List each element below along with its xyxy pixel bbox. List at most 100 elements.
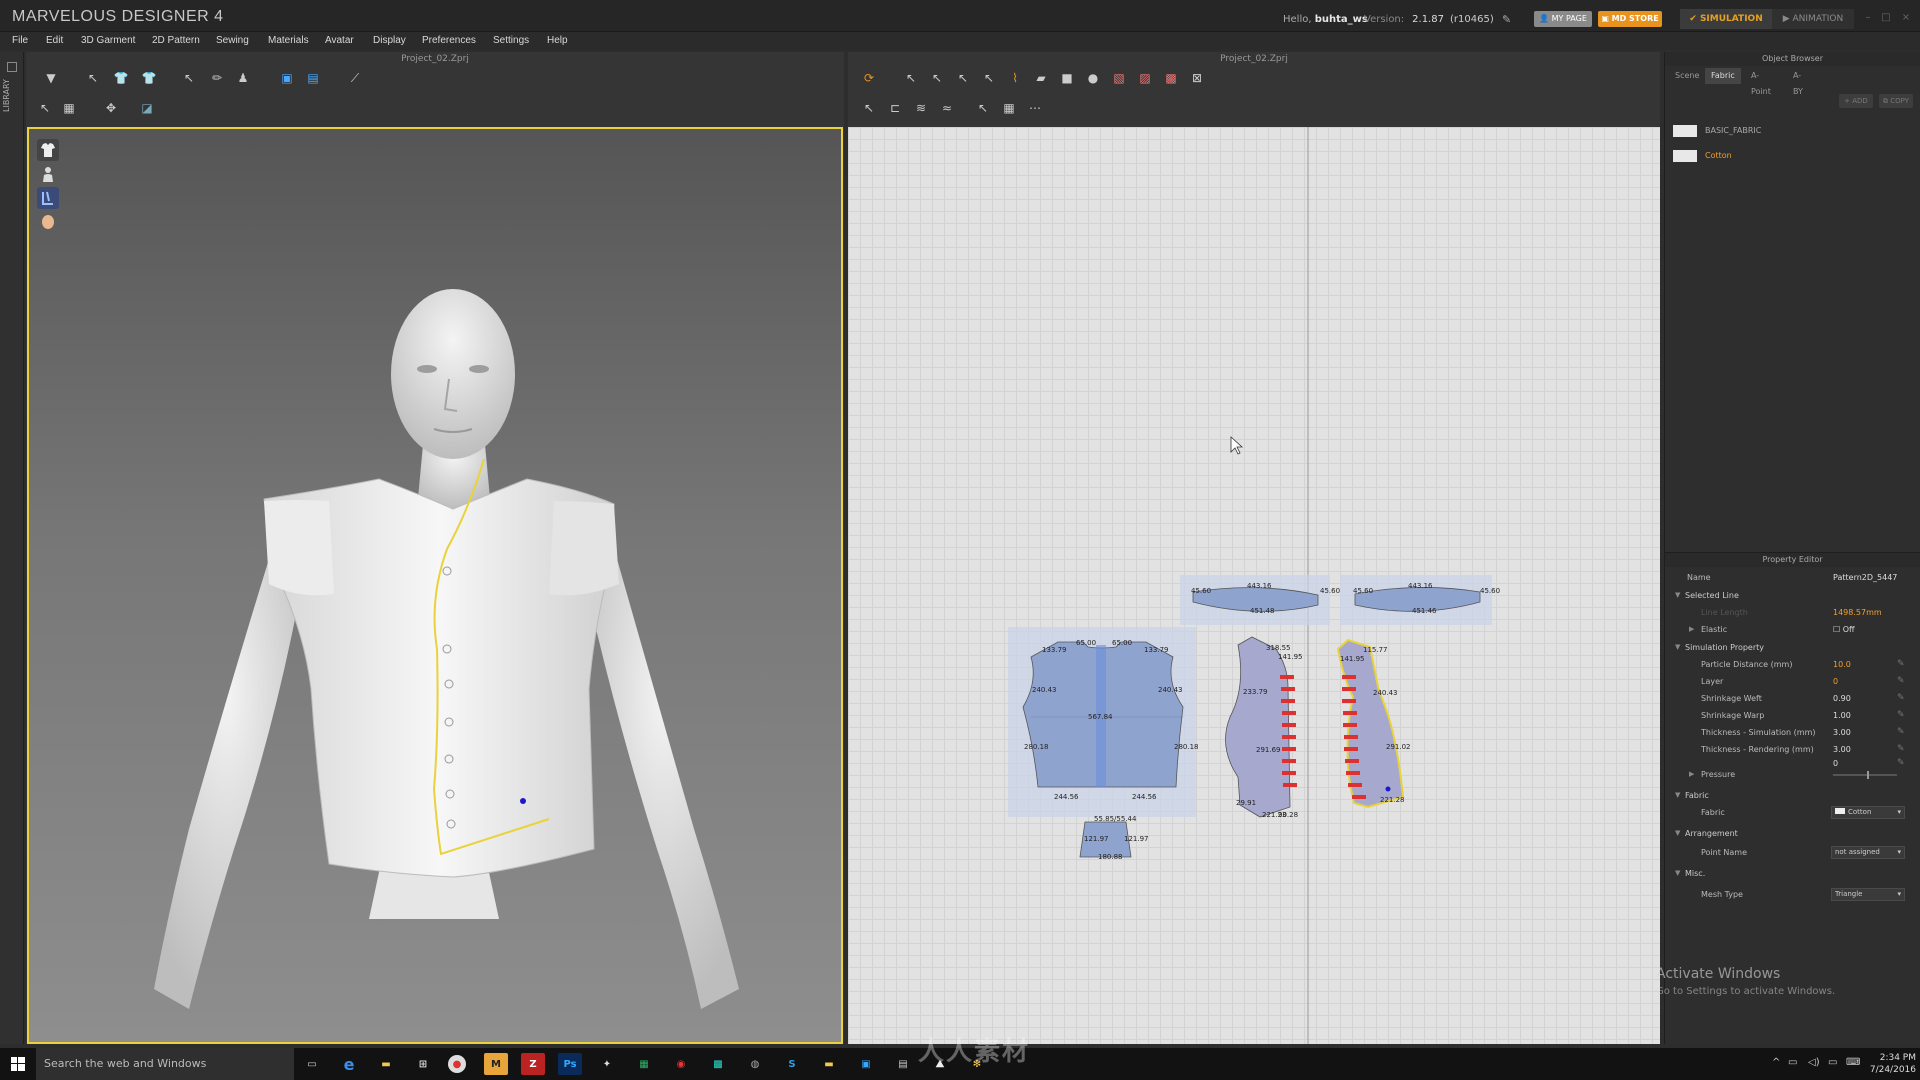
transform-icon[interactable]: ✥ (100, 98, 122, 118)
mesh-grid-icon[interactable]: ▦ (58, 98, 80, 118)
simulation-mode-button[interactable]: ✔ SIMULATION (1680, 9, 1772, 29)
task-view-icon[interactable]: ▭ (300, 1053, 324, 1075)
menu-2d-pattern[interactable]: 2D Pattern (152, 35, 200, 46)
internal-rect-icon[interactable]: ▨ (1134, 68, 1156, 88)
library-strip[interactable]: LIBRARY (0, 52, 24, 1044)
shrinkage-weft-field[interactable]: 0.90 (1833, 694, 1851, 703)
pattern-canvas[interactable]: 45.60 443.16 45.60 451.48 45.60 443.16 4… (848, 127, 1660, 1044)
tab-pattern-piece[interactable]: 55.85/55.44 121.97 121.97 180.88 (1079, 815, 1149, 861)
edit-texture-icon[interactable]: ↖ (972, 98, 994, 118)
ruler-icon[interactable]: ⟋ (344, 68, 366, 88)
tab-a-by[interactable]: A-BY (1787, 68, 1809, 96)
skype-icon[interactable]: S (780, 1053, 804, 1075)
copy-fabric-button[interactable]: ⧉ COPY (1879, 94, 1913, 108)
tray-chevron-icon[interactable]: ^ (1772, 1057, 1780, 1068)
library-toggle-icon[interactable] (7, 62, 17, 72)
fold-arrow-icon[interactable]: ▼ (40, 68, 62, 88)
free-sewing-icon[interactable]: ≋ (910, 98, 932, 118)
animation-mode-button[interactable]: ▶ ANIMATION (1772, 9, 1854, 29)
edit-point-icon[interactable]: ↖ (926, 68, 948, 88)
rectangle-icon[interactable]: ■ (1056, 68, 1078, 88)
fold-arrangement-icon[interactable]: ▣ (276, 68, 298, 88)
edit-pen-icon[interactable]: ✎ (1502, 13, 1516, 26)
mesh-type-select[interactable]: Triangle ▾ (1831, 888, 1905, 901)
particle-distance-field[interactable]: 10.0 (1833, 660, 1851, 669)
my-page-button[interactable]: 👤 MY PAGE (1534, 11, 1592, 27)
filezilla-icon[interactable]: Z (521, 1053, 545, 1075)
add-fabric-button[interactable]: + ADD (1839, 94, 1873, 108)
tab-scene[interactable]: Scene (1669, 68, 1705, 84)
tray-network-icon[interactable]: ▭ (1788, 1057, 1797, 1068)
collar-piece-b[interactable]: 45.60 443.16 45.60 451.46 (1340, 575, 1500, 625)
pressure-slider-handle[interactable] (1867, 771, 1869, 779)
circle-icon[interactable]: ● (1082, 68, 1104, 88)
elastic-checkbox[interactable]: ☐ Off (1833, 625, 1855, 634)
section-misc[interactable]: ▼ Misc. (1665, 866, 1920, 882)
select-move-icon[interactable]: ↖ (82, 68, 104, 88)
recorder-icon[interactable]: ◉ (669, 1053, 693, 1075)
transform-pattern-icon[interactable]: ↖ (900, 68, 922, 88)
edit-pen-icon[interactable]: ✎ (1897, 676, 1905, 686)
taskbar-clock[interactable]: 2:34 PM 7/24/2016 (1868, 1052, 1916, 1076)
photoshop-icon[interactable]: Ps (558, 1053, 582, 1075)
3d-viewport[interactable] (27, 127, 843, 1044)
thickness-render-field[interactable]: 3.00 (1833, 745, 1851, 754)
chrome-icon[interactable]: ● (448, 1055, 466, 1073)
section-arrangement[interactable]: ▼ Arrangement (1665, 826, 1920, 842)
menu-sewing[interactable]: Sewing (216, 35, 249, 46)
tray-volume-icon[interactable]: ◁) (1808, 1057, 1820, 1068)
section-fabric[interactable]: ▼ Fabric (1665, 788, 1920, 804)
texture-icon[interactable]: ◪ (136, 98, 158, 118)
pin-select-icon[interactable]: ↖ (178, 68, 200, 88)
edit-pen-icon[interactable]: ✎ (1897, 727, 1905, 737)
edge-browser-icon[interactable]: e (337, 1053, 361, 1075)
minimize-icon[interactable]: – (1862, 12, 1874, 24)
file-explorer-icon[interactable]: ▬ (374, 1053, 398, 1075)
refresh-icon[interactable]: ⟳ (858, 68, 880, 88)
add-point-icon[interactable]: ↖ (978, 68, 1000, 88)
layer-field[interactable]: 0 (1833, 677, 1838, 686)
maximize-icon[interactable]: □ (1880, 12, 1892, 24)
avatar-model[interactable] (29, 129, 843, 1044)
md-store-button[interactable]: ▣ MD STORE (1598, 11, 1662, 27)
back-pattern-piece[interactable]: 133.79 65.00 65.00 133.79 240.43 240.43 … (1008, 627, 1199, 817)
menu-display[interactable]: Display (373, 35, 406, 46)
unfold-icon[interactable]: ▤ (302, 68, 324, 88)
tack-icon[interactable]: ≈ (936, 98, 958, 118)
menu-settings[interactable]: Settings (493, 35, 529, 46)
pin-tool-icon[interactable]: ✏ (206, 68, 228, 88)
menu-help[interactable]: Help (547, 35, 568, 46)
photo-app-icon[interactable]: ✦ (595, 1053, 619, 1075)
username[interactable]: buhta_ws (1315, 14, 1368, 25)
media-icon[interactable]: ◍ (743, 1053, 767, 1075)
dart-icon[interactable]: ⊠ (1186, 68, 1208, 88)
fabric-item[interactable]: BASIC_FABRIC (1673, 122, 1913, 140)
select-mesh-icon[interactable]: ↖ (34, 98, 56, 118)
shrinkage-warp-field[interactable]: 1.00 (1833, 711, 1851, 720)
close-icon[interactable]: × (1900, 12, 1912, 24)
fabric-select[interactable]: Cotton ▾ (1831, 806, 1905, 819)
edit-pen-icon[interactable]: ✎ (1897, 710, 1905, 720)
edit-pen-icon[interactable]: ✎ (1897, 659, 1905, 669)
tab-fabric[interactable]: Fabric (1705, 68, 1741, 84)
curve-point-icon[interactable]: ⌇ (1004, 68, 1026, 88)
2d-pattern-viewport[interactable]: 45.60 443.16 45.60 451.48 45.60 443.16 4… (848, 127, 1660, 1044)
menu-edit[interactable]: Edit (46, 35, 63, 46)
polygon-icon[interactable]: ▰ (1030, 68, 1052, 88)
section-selected-line[interactable]: ▼ Selected Line (1665, 588, 1920, 604)
thickness-sim-field[interactable]: 3.00 (1833, 728, 1851, 737)
edit-pen-icon[interactable]: ✎ (1897, 744, 1905, 754)
pattern-name-field[interactable]: Pattern2D_5447 (1833, 573, 1897, 582)
avatar-pose-icon[interactable]: ♟ (232, 68, 254, 88)
section-simulation-property[interactable]: ▼ Simulation Property (1665, 640, 1920, 656)
fabric-item-selected[interactable]: Cotton (1673, 147, 1913, 165)
texture-more-icon[interactable]: ⋯ (1024, 98, 1046, 118)
folder-icon[interactable]: ▬ (817, 1053, 841, 1075)
menu-preferences[interactable]: Preferences (422, 35, 476, 46)
garment-select-icon[interactable]: 👕 (110, 68, 132, 88)
menu-3d-garment[interactable]: 3D Garment (81, 35, 135, 46)
edit-pen-icon[interactable]: ✎ (1897, 693, 1905, 703)
pressure-slider[interactable] (1833, 771, 1897, 779)
maps-icon[interactable]: ▩ (706, 1053, 730, 1075)
tab-a-point[interactable]: A-Point (1745, 68, 1777, 96)
